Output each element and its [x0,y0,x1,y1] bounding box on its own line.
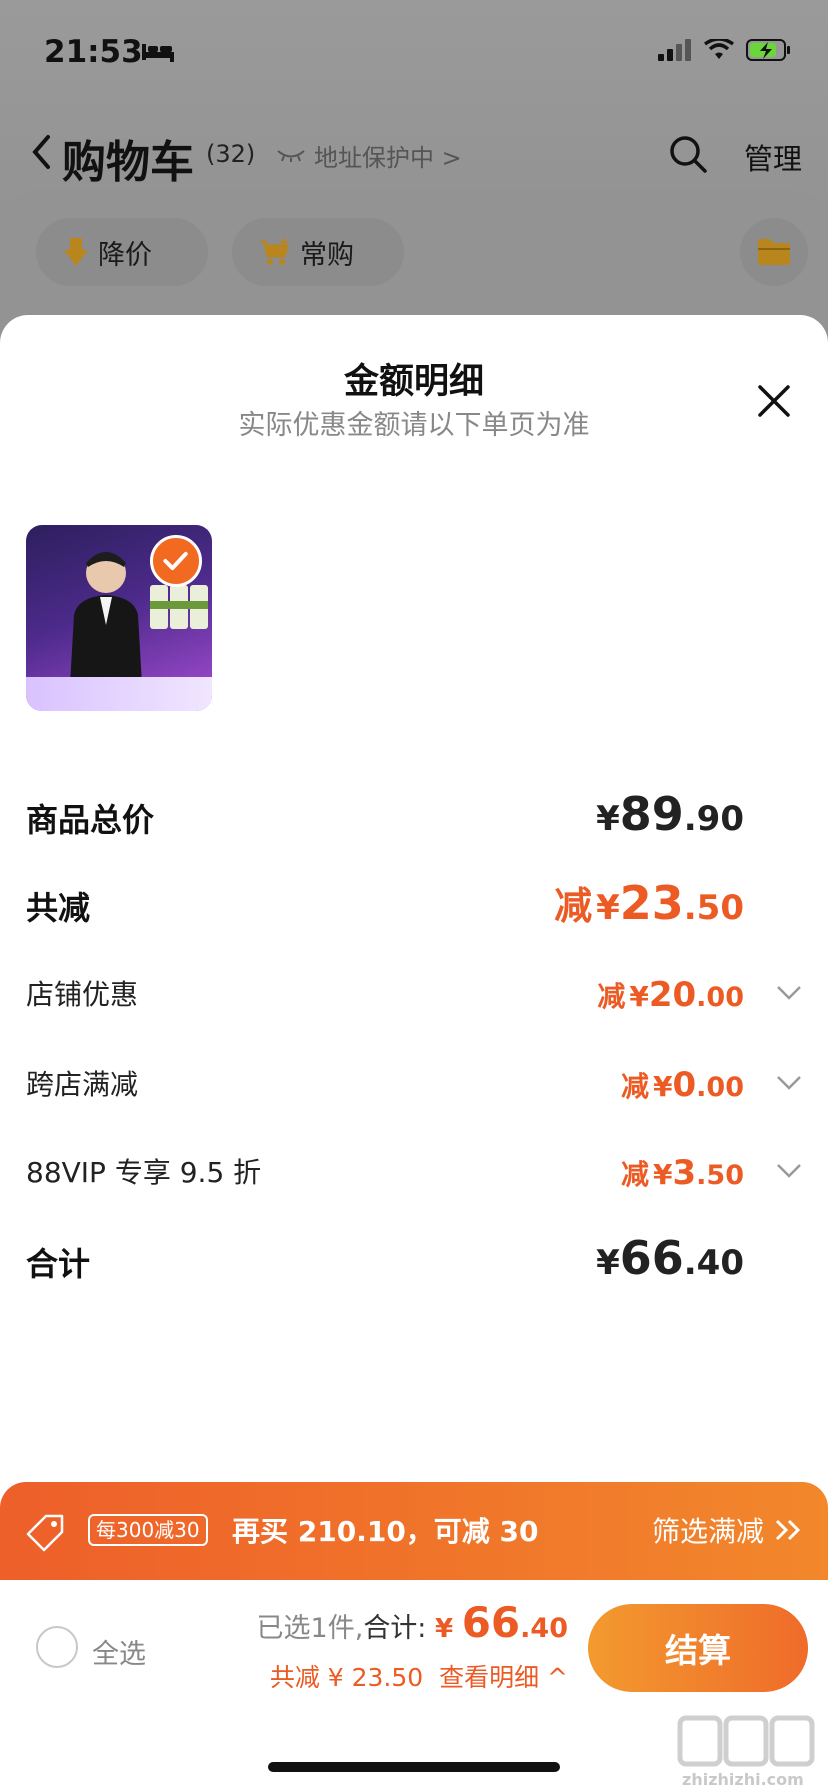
cellular-signal-icon [658,39,691,61]
promo-badge: 每300减30 [88,1514,208,1546]
currency-symbol: ¥ [629,980,649,1013]
filter-discount-link[interactable]: 筛选满减 [652,1510,764,1550]
checkout-button[interactable]: 结算 [588,1604,808,1692]
discount-summary: 共减 ¥ 23.50 查看明细 ^ [270,1658,568,1694]
address-protection-link[interactable]: 地址保护中 > [314,138,462,173]
select-all-radio[interactable] [36,1626,78,1668]
total-decimal: .40 [520,1613,568,1644]
beer-cans-image [150,585,208,629]
row-store-discount[interactable]: 店铺优惠 减 ¥20.00 [26,965,802,1025]
discount-prefix: 减 [620,1070,649,1103]
watermark-text: zhizhizhi.com [682,1770,804,1789]
sleep-mode-icon [142,44,174,62]
amount-integer: 89 [619,787,684,841]
price-tag-icon [26,1514,64,1552]
selected-count: 已选1件, [256,1613,364,1644]
discount-prefix: 减 [597,980,626,1013]
chevron-down-icon[interactable] [776,985,802,1001]
amount-decimal: .40 [683,1243,744,1283]
spokesperson-image [70,552,142,685]
down-arrow-icon [64,238,88,266]
row-grand-total: 合计 ¥66.40 [26,1231,802,1291]
total-discount-label: 共减 [26,889,91,927]
amount-integer: 3 [672,1153,697,1193]
back-arrow-icon[interactable] [30,134,52,170]
folder-icon [758,239,790,265]
status-bar: 21:53 [0,0,828,100]
price-drop-chip[interactable]: 降价 [36,218,208,286]
currency-symbol: ¥ [596,799,620,839]
discount-prefix: 减 [620,1158,649,1191]
grand-total-amount: ¥66.40 [596,1231,744,1285]
wifi-icon [704,39,734,59]
currency-symbol: ¥ [653,1070,673,1103]
double-chevron-right-icon [775,1519,801,1541]
cart-plus-icon [261,238,290,265]
row-item-total: 商品总价 ¥89.90 [26,787,802,847]
price-drop-label: 降价 [98,239,152,271]
promo-bar[interactable]: 每300减30 再买 210.10，可减 30 筛选满减 [0,1482,828,1580]
battery-charging-icon [746,39,790,61]
total-label: 合计: [363,1613,427,1644]
currency-symbol: ¥ [596,1243,620,1283]
home-indicator [268,1762,560,1772]
cross-store-discount-label: 跨店满减 [26,1068,139,1101]
amount-integer: 66 [619,1231,684,1285]
promo-text: 再买 210.10，可减 30 [232,1515,539,1548]
close-icon[interactable] [756,383,792,419]
amount-decimal: .50 [683,888,744,928]
amount-decimal: .50 [696,1160,744,1191]
sheet-title: 金额明细 [343,362,484,402]
selection-summary: 已选1件,合计: ¥ 66.40 [257,1598,568,1647]
discount-total: 共减 ¥ 23.50 [269,1663,424,1692]
row-vip-discount[interactable]: 88VIP 专享 9.5 折 减 ¥3.50 [26,1143,802,1203]
frequent-buy-chip[interactable]: 常购 [232,218,404,286]
vip-discount-label: 88VIP 专享 9.5 折 [26,1156,262,1189]
cross-store-discount-amount: 减 ¥0.00 [621,1065,744,1105]
row-total-discount: 共减 减 ¥23.50 [26,875,802,935]
checkmark-icon [150,535,202,587]
grand-total-label: 合计 [26,1245,91,1283]
closed-eye-icon [277,150,305,162]
amount-decimal: .00 [696,982,744,1013]
total-currency: ¥ [435,1614,454,1644]
thumbnail-caption-strip [26,677,212,711]
store-discount-label: 店铺优惠 [26,978,139,1011]
page-title: 购物车 [62,137,194,188]
currency-symbol: ¥ [653,1158,673,1191]
status-indicators [658,38,792,62]
frequent-buy-label: 常购 [300,239,354,271]
status-time: 21:53 [44,34,143,70]
amount-integer: 0 [672,1065,697,1105]
item-total-label: 商品总价 [26,801,155,839]
sheet-subtitle: 实际优惠金额请以下单页为准 [238,410,590,441]
amount-integer: 23 [619,876,684,930]
amount-decimal: .90 [683,799,744,839]
cart-count: (32) [206,140,256,168]
item-total-amount: ¥89.90 [596,787,744,841]
row-cross-store-discount[interactable]: 跨店满减 减 ¥0.00 [26,1055,802,1115]
store-discount-amount: 减 ¥20.00 [597,975,744,1015]
nav-bar: 购物车 (32) 地址保护中 > 管理 [0,118,828,188]
discount-prefix: 减 [554,884,593,928]
chevron-down-icon[interactable] [776,1163,802,1179]
product-thumbnail[interactable] [26,525,212,711]
currency-symbol: ¥ [596,888,620,928]
folder-button[interactable] [740,218,808,286]
manage-button[interactable]: 管理 [744,136,802,178]
search-icon[interactable] [668,134,708,174]
amount-integer: 20 [648,975,697,1015]
view-detail-link[interactable]: 查看明细 ^ [439,1663,568,1692]
total-discount-amount: 减 ¥23.50 [554,875,744,930]
total-integer: 66 [461,1598,521,1647]
chevron-down-icon[interactable] [776,1075,802,1091]
vip-discount-amount: 减 ¥3.50 [621,1153,744,1193]
select-all-label[interactable]: 全选 [92,1632,146,1671]
amount-decimal: .00 [696,1072,744,1103]
